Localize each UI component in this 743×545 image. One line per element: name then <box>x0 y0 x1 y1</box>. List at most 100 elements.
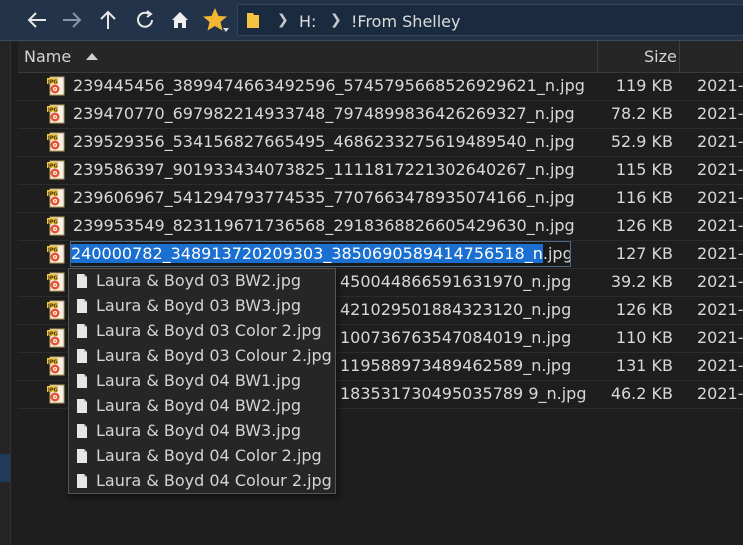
autocomplete-item-label: Laura & Boyd 03 Colour 2.jpg <box>96 346 332 365</box>
folder-icon <box>247 13 259 28</box>
file-name: 239606967_541294793774535_77076634789350… <box>73 188 575 207</box>
autocomplete-item[interactable]: Laura & Boyd 04 Colour 2.jpg <box>69 469 335 494</box>
back-button[interactable] <box>23 6 51 34</box>
file-name: 421029501884323120_n.jpg <box>340 300 572 319</box>
file-size: 126 KB <box>615 300 673 319</box>
svg-text:JPG: JPG <box>47 107 58 113</box>
file-row[interactable]: JPG 240000782_348913720209303_38506905894… <box>18 240 743 269</box>
jpg-file-icon: JPG <box>47 216 65 236</box>
up-arrow-icon <box>100 10 116 29</box>
file-row[interactable]: JPG 239586397_901933434073825_11118172213… <box>18 156 743 185</box>
file-name: 239445456_3899474663492596_5745795668526… <box>73 76 585 95</box>
autocomplete-item-label: Laura & Boyd 04 BW2.jpg <box>96 396 302 415</box>
jpg-file-icon: JPG <box>47 272 65 292</box>
svg-text:JPG: JPG <box>47 359 58 365</box>
forward-button[interactable] <box>58 6 86 34</box>
autocomplete-item[interactable]: Laura & Boyd 03 BW2.jpg <box>69 269 335 294</box>
svg-text:JPG: JPG <box>47 191 58 197</box>
file-size: 131 KB <box>615 356 673 375</box>
file-date: 2021- <box>697 132 743 151</box>
refresh-button[interactable] <box>131 6 159 34</box>
breadcrumb-separator-icon: ❯ <box>330 12 342 28</box>
file-date: 2021- <box>697 160 743 179</box>
document-icon <box>77 324 87 338</box>
rename-selected-text: 240000782_348913720209303_38506905894147… <box>71 244 543 263</box>
autocomplete-item-label: Laura & Boyd 04 BW1.jpg <box>96 371 302 390</box>
autocomplete-item[interactable]: Laura & Boyd 04 BW3.jpg <box>69 419 335 444</box>
file-row[interactable]: JPG 239445456_3899474663492596_5745795668… <box>18 72 743 101</box>
file-row[interactable]: JPG 239606967_541294793774535_77076634789… <box>18 184 743 213</box>
svg-text:JPG: JPG <box>47 135 58 141</box>
jpg-file-icon: JPG <box>47 300 65 320</box>
autocomplete-item[interactable]: Laura & Boyd 04 BW1.jpg <box>69 369 335 394</box>
sort-ascending-icon <box>86 53 98 60</box>
breadcrumb-separator-icon: ❯ <box>277 12 289 28</box>
favorites-button[interactable] <box>201 6 229 34</box>
breadcrumb-drive[interactable]: H: <box>299 12 316 31</box>
document-icon <box>77 274 87 288</box>
home-button[interactable] <box>166 6 194 34</box>
jpg-file-icon: JPG <box>47 244 65 264</box>
svg-text:JPG: JPG <box>47 219 58 225</box>
autocomplete-dropdown: Laura & Boyd 03 BW2.jpg Laura & Boyd 03 B… <box>68 268 336 494</box>
autocomplete-item-label: Laura & Boyd 04 BW3.jpg <box>96 421 302 440</box>
file-size: 78.2 KB <box>610 104 673 123</box>
svg-text:JPG: JPG <box>47 387 58 393</box>
column-divider[interactable] <box>597 41 598 72</box>
file-date: 2021- <box>697 356 743 375</box>
address-bar[interactable]: ❯ H: ❯ !From Shelley <box>237 4 743 36</box>
star-icon <box>203 8 229 32</box>
file-date: 2021- <box>697 244 743 263</box>
rename-extension-text: .jpg <box>542 244 571 263</box>
file-size: 119 KB <box>615 76 673 95</box>
autocomplete-item[interactable]: Laura & Boyd 03 BW3.jpg <box>69 294 335 319</box>
file-name: 239470770_697982214933748_79748998364262… <box>73 104 575 123</box>
file-size: 127 KB <box>615 244 673 263</box>
autocomplete-item-label: Laura & Boyd 03 BW2.jpg <box>96 271 302 290</box>
file-date: 2021- <box>697 188 743 207</box>
svg-text:JPG: JPG <box>47 79 58 85</box>
rename-input[interactable]: 240000782_348913720209303_38506905894147… <box>70 241 571 267</box>
jpg-file-icon: JPG <box>47 384 65 404</box>
document-icon <box>77 399 87 413</box>
svg-text:JPG: JPG <box>47 331 58 337</box>
file-row[interactable]: JPG 239470770_697982214933748_79748998364… <box>18 100 743 129</box>
autocomplete-item-label: Laura & Boyd 03 Color 2.jpg <box>96 321 322 340</box>
file-date: 2021- <box>697 104 743 123</box>
file-size: 126 KB <box>615 216 673 235</box>
autocomplete-item[interactable]: Laura & Boyd 04 Color 2.jpg <box>69 444 335 469</box>
document-icon <box>77 349 87 363</box>
jpg-file-icon: JPG <box>47 132 65 152</box>
file-size: 115 KB <box>615 160 673 179</box>
file-row[interactable]: JPG 239953549_823119671736568_29183688266… <box>18 212 743 241</box>
up-button[interactable] <box>94 6 122 34</box>
file-size: 110 KB <box>615 328 673 347</box>
file-name: 239953549_823119671736568_29183688266054… <box>73 216 575 235</box>
file-name: 450044866591631970_n.jpg <box>340 272 572 291</box>
name-column-header[interactable]: Name <box>24 41 71 72</box>
file-name: 119588973489462589_n.jpg <box>340 356 572 375</box>
autocomplete-item[interactable]: Laura & Boyd 03 Color 2.jpg <box>69 319 335 344</box>
file-size: 116 KB <box>615 188 673 207</box>
jpg-file-icon: JPG <box>47 328 65 348</box>
home-icon <box>172 12 188 28</box>
file-size: 52.9 KB <box>610 132 673 151</box>
document-icon <box>77 474 87 488</box>
autocomplete-item-label: Laura & Boyd 04 Color 2.jpg <box>96 446 322 465</box>
file-date: 2021- <box>697 216 743 235</box>
column-header: Name Size <box>18 41 743 73</box>
autocomplete-item[interactable]: Laura & Boyd 03 Colour 2.jpg <box>69 344 335 369</box>
autocomplete-item-label: Laura & Boyd 03 BW3.jpg <box>96 296 302 315</box>
autocomplete-item[interactable]: Laura & Boyd 04 BW2.jpg <box>69 394 335 419</box>
file-name: 239529356_534156827665495_46862332756194… <box>73 132 575 151</box>
file-size: 46.2 KB <box>610 384 673 403</box>
file-name: 239586397_901933434073825_11118172213026… <box>73 160 575 179</box>
breadcrumb-folder[interactable]: !From Shelley <box>351 12 460 31</box>
file-date: 2021- <box>697 300 743 319</box>
size-column-header[interactable]: Size <box>644 41 677 72</box>
navigation-pane[interactable] <box>0 41 11 545</box>
jpg-file-icon: JPG <box>47 76 65 96</box>
column-divider[interactable] <box>679 41 680 72</box>
file-name: 183531730495035789 9_n.jpg <box>340 384 587 403</box>
file-row[interactable]: JPG 239529356_534156827665495_46862332756… <box>18 128 743 157</box>
